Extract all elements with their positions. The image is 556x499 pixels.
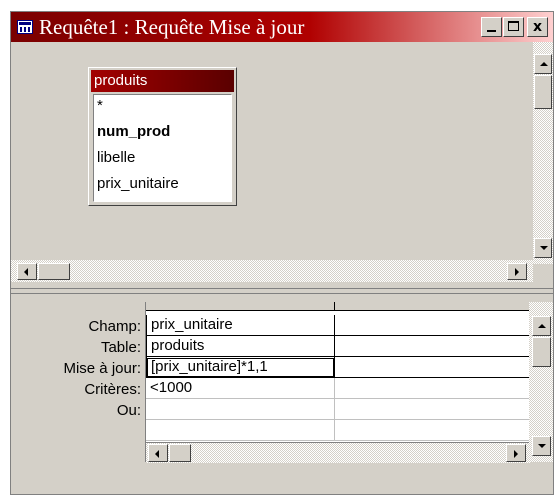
right-arrow-icon [515, 268, 519, 276]
query-window: Requête1 : Requête Mise à jour x produit… [10, 11, 554, 495]
column-selector-2[interactable] [335, 302, 530, 311]
scroll-down-button[interactable] [534, 238, 552, 258]
field-all[interactable]: * [97, 97, 103, 114]
vscroll-thumb[interactable] [534, 75, 552, 109]
up-arrow-icon [540, 62, 548, 66]
cell-ou-2[interactable] [335, 399, 530, 420]
table-pane-hscrollbar[interactable] [11, 260, 533, 282]
scroll-right-button[interactable] [507, 263, 527, 280]
cell-blank-2[interactable] [335, 420, 530, 441]
minimize-icon [487, 30, 496, 32]
maximize-icon [508, 21, 519, 31]
table-pane-vscrollbar[interactable] [533, 42, 553, 264]
right-arrow-icon [514, 450, 518, 458]
close-button[interactable]: x [527, 17, 548, 37]
left-arrow-icon [155, 450, 159, 458]
grid-vscrollbar[interactable] [529, 302, 553, 462]
down-arrow-icon [540, 246, 548, 250]
up-arrow-icon [538, 324, 546, 328]
cell-criteres-1[interactable]: <1000 [146, 378, 335, 399]
cell-champ-1[interactable]: prix_unitaire [146, 315, 335, 336]
minimize-button[interactable] [481, 17, 502, 37]
grid-scroll-right-button[interactable] [506, 444, 526, 462]
cell-blank-1[interactable] [146, 420, 335, 441]
field-num-prod[interactable]: num_prod [97, 123, 170, 140]
row-label-table: Table: [100, 339, 141, 356]
close-icon: x [532, 19, 543, 35]
grid-hscrollbar[interactable] [146, 442, 530, 463]
column-selector-1[interactable] [146, 302, 335, 311]
down-arrow-icon [538, 444, 546, 448]
field-prix-unitaire[interactable]: prix_unitaire [97, 175, 179, 192]
cell-mise-a-jour-1[interactable]: [prix_unitaire]*1,1 [146, 357, 335, 378]
cell-champ-2[interactable] [335, 315, 530, 336]
cell-table-1[interactable]: produits [146, 336, 335, 357]
row-label-champ: Champ: [88, 318, 141, 335]
grid-scroll-left-button[interactable] [148, 444, 168, 462]
cell-ou-1[interactable] [146, 399, 335, 420]
cell-mise-a-jour-2[interactable] [335, 357, 530, 378]
hscroll-thumb[interactable] [38, 263, 70, 280]
field-libelle[interactable]: libelle [97, 149, 135, 166]
grid-vscroll-thumb[interactable] [532, 337, 551, 367]
design-grid-pane: Champ: Table: Mise à jour: Critères: Ou:… [11, 294, 553, 494]
left-arrow-icon [24, 268, 28, 276]
grid-scroll-down-button[interactable] [532, 436, 551, 456]
scroll-up-button[interactable] [534, 54, 552, 74]
window-title: Requête1 : Requête Mise à jour [39, 15, 305, 39]
grid-hscroll-thumb[interactable] [169, 444, 191, 462]
table-box-produits[interactable]: produits * num_prod libelle prix_unitair… [88, 67, 237, 206]
table-pane: produits * num_prod libelle prix_unitair… [11, 42, 553, 288]
row-label-mise-a-jour: Mise à jour: [63, 360, 141, 377]
field-list[interactable]: * num_prod libelle prix_unitaire [93, 94, 232, 202]
table-box-title[interactable]: produits [91, 70, 234, 92]
query-datasheet-icon[interactable] [17, 20, 33, 34]
scroll-corner [533, 264, 553, 282]
row-label-ou: Ou: [116, 402, 141, 419]
design-grid: prix_unitaire produits [prix_unitaire]*1… [145, 302, 530, 463]
cell-criteres-2[interactable] [335, 378, 530, 399]
row-label-criteres: Critères: [84, 381, 141, 398]
title-bar[interactable]: Requête1 : Requête Mise à jour x [11, 12, 553, 42]
cell-table-2[interactable] [335, 336, 530, 357]
grid-scroll-up-button[interactable] [532, 316, 551, 336]
maximize-button[interactable] [503, 17, 524, 37]
scroll-left-button[interactable] [17, 263, 37, 280]
